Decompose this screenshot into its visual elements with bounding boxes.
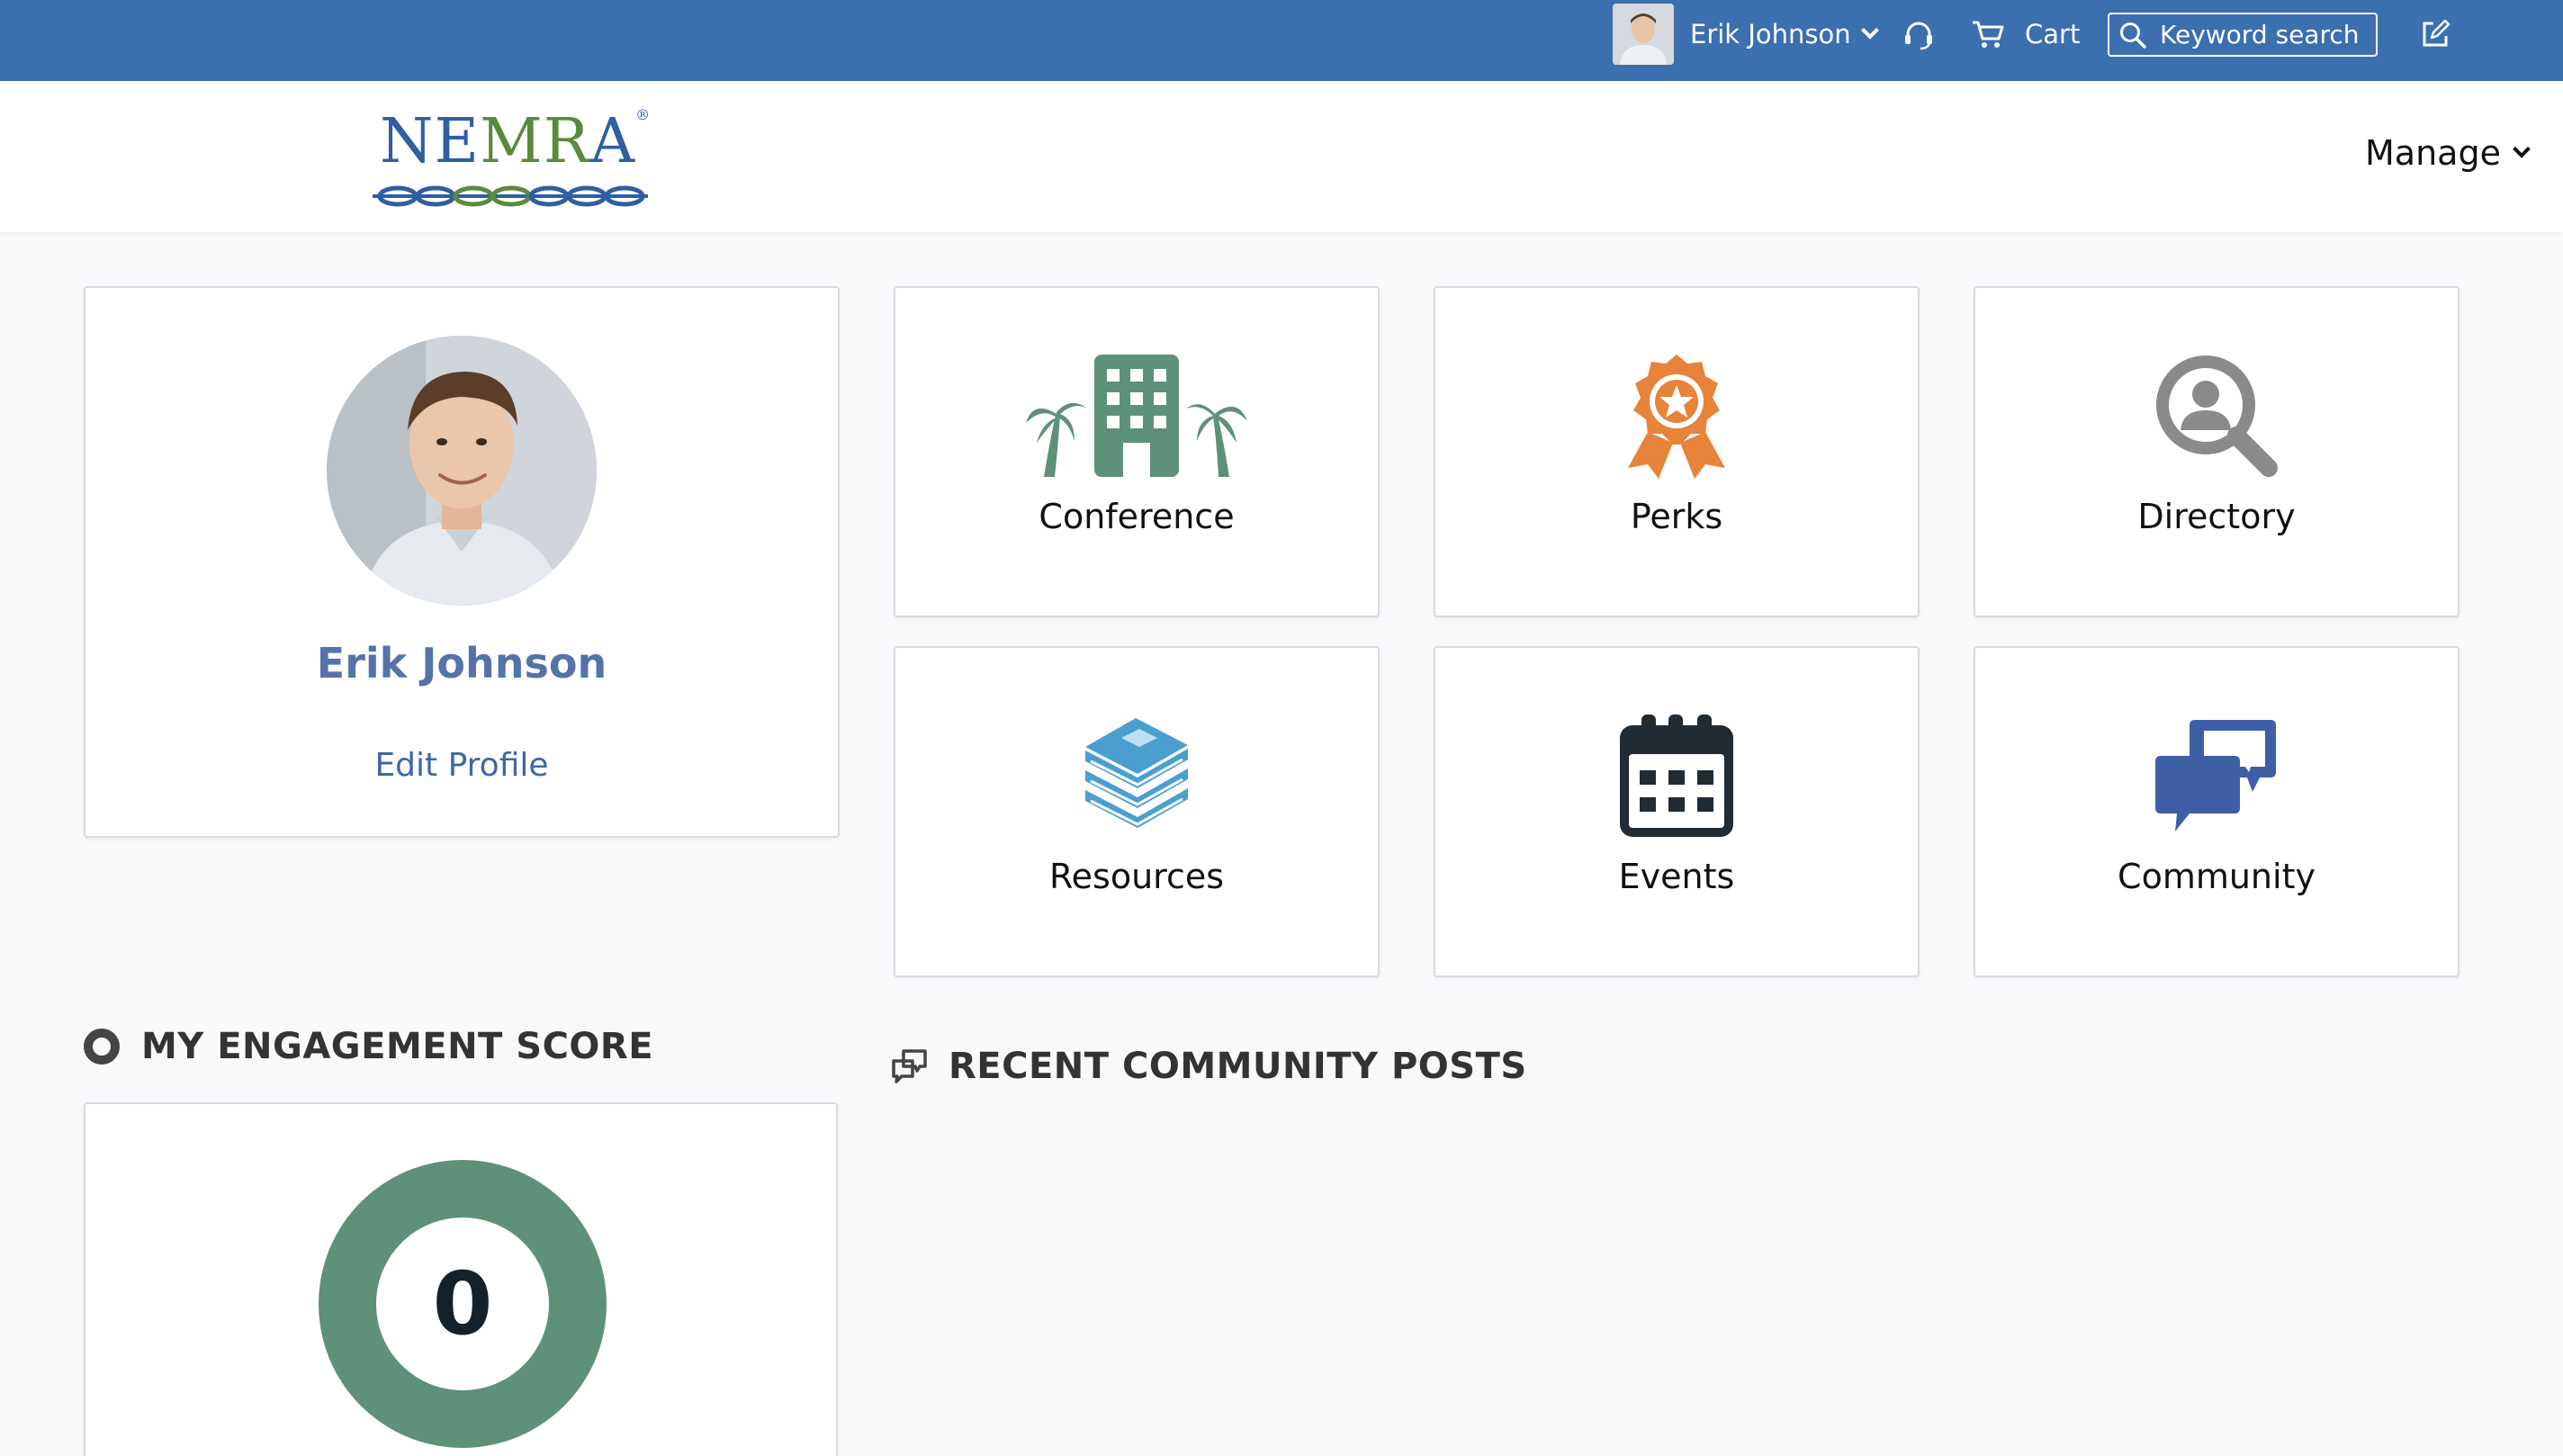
avatar-photo [1613, 4, 1674, 65]
tile-community[interactable]: Community [1974, 646, 2460, 977]
donut-center: 0 [376, 1218, 549, 1390]
edit-button[interactable] [2417, 0, 2453, 67]
nemra-logo[interactable]: NEMRA® [371, 106, 650, 214]
chat-bubbles-icon [2149, 713, 2284, 839]
chevron-down-icon [2513, 139, 2531, 158]
circle-icon [84, 1029, 120, 1065]
award-icon [1609, 353, 1744, 479]
recent-posts-title-text: RECENT COMMUNITY POSTS [949, 1046, 1527, 1087]
engagement-score-card: 0 [84, 1102, 838, 1456]
user-menu[interactable]: Erik Johnson [1690, 0, 1879, 67]
tile-label: Perks [1630, 497, 1723, 536]
tile-perks[interactable]: Perks [1434, 286, 1920, 617]
profile-card: Erik Johnson Edit Profile [84, 286, 840, 838]
tile-label: Directory [2137, 497, 2296, 536]
profile-name: Erik Johnson [316, 639, 607, 688]
building-palms-icon [1026, 353, 1247, 479]
cart-label: Cart [2025, 18, 2081, 49]
manage-menu[interactable]: Manage [2365, 130, 2531, 176]
search-icon [2120, 22, 2146, 49]
edit-profile-link[interactable]: Edit Profile [85, 747, 838, 784]
profile-photo [327, 336, 597, 606]
tile-events[interactable]: Events [1434, 646, 1920, 977]
tile-label: Events [1618, 857, 1735, 896]
logo-wordmark: NEMRA® [380, 106, 652, 177]
calendar-icon [1609, 713, 1744, 839]
tile-conference[interactable]: Conference [894, 286, 1380, 617]
support-button[interactable] [1901, 0, 1937, 67]
tile-label: Resources [1048, 857, 1225, 896]
keyword-search-label: Keyword search [2160, 20, 2360, 49]
manage-label: Manage [2365, 133, 2501, 173]
edit-icon [2423, 19, 2451, 46]
tile-resources[interactable]: Resources [894, 646, 1380, 977]
chevron-down-icon [1860, 21, 1879, 40]
tile-label: Conference [1039, 497, 1235, 536]
keyword-search-button[interactable]: Keyword search [2108, 13, 2378, 57]
engagement-section-title: MY ENGAGEMENT SCORE [84, 1026, 653, 1067]
cart-link[interactable]: Cart [1971, 0, 2080, 67]
engagement-score-value: 0 [432, 1254, 493, 1354]
user-search-icon [2149, 353, 2284, 479]
headset-icon [1905, 22, 1932, 49]
recent-posts-section-title: RECENT COMMUNITY POSTS [891, 1046, 1527, 1087]
engagement-title-text: MY ENGAGEMENT SCORE [141, 1026, 654, 1067]
tile-label: Community [2118, 857, 2316, 896]
cart-icon [1973, 21, 2004, 48]
engagement-score-donut: 0 [319, 1160, 607, 1448]
tile-directory[interactable]: Directory [1974, 286, 2460, 617]
chat-bubbles-icon [892, 1049, 927, 1083]
book-stack-icon [1069, 713, 1204, 839]
avatar[interactable] [1613, 4, 1674, 65]
chain-icon [373, 185, 648, 207]
top-utility-bar: Erik Johnson Cart Keyword search [0, 0, 2563, 81]
user-menu-name: Erik Johnson [1690, 18, 1851, 49]
